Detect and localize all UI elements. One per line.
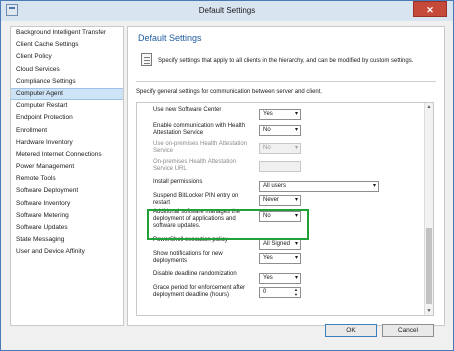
default-settings-dialog: Default Settings ✕ Background Intelligen… (0, 0, 454, 351)
sidebar-item[interactable]: Compliance Settings (11, 76, 123, 88)
scroll-up-icon[interactable]: ▲ (425, 103, 433, 111)
setting-label: Grace period for enforcement after deplo… (153, 285, 246, 298)
close-button[interactable]: ✕ (413, 1, 447, 17)
setting-value: Yes (263, 275, 273, 281)
setting-label: Disable deadline randomization (153, 271, 237, 277)
setting-label: Suspend BitLocker PIN entry on restart (153, 193, 239, 206)
sidebar-item[interactable]: Hardware Inventory (11, 137, 123, 149)
page-title: Default Settings (138, 33, 202, 43)
setting-value: Never (263, 197, 280, 203)
sidebar-item[interactable]: User and Device Affinity (11, 246, 123, 258)
sidebar-item[interactable]: Client Cache Settings (11, 39, 123, 51)
sidebar-item[interactable]: Enrollment (11, 125, 123, 137)
sidebar-item[interactable]: Background Intelligent Transfer (11, 27, 123, 39)
setting-dropdown[interactable]: Yes ▾ (259, 273, 301, 284)
sidebar-item[interactable]: Software Inventory (11, 198, 123, 210)
setting-dropdown[interactable]: No ▾ (259, 125, 301, 136)
setting-dropdown[interactable]: All users ▾ (259, 181, 379, 192)
sidebar-item[interactable]: Computer Restart (11, 100, 123, 112)
page-description: Specify settings that apply to all clien… (158, 58, 414, 64)
setting-label: Enable communication with Health Attesta… (153, 123, 246, 136)
setting-label: Use on-premises Health Attestation Servi… (153, 141, 248, 154)
sidebar-item[interactable]: State Messaging (11, 234, 123, 246)
sidebar-item[interactable]: Cloud Services (11, 64, 123, 76)
setting-value: Yes (263, 255, 273, 261)
setting-dropdown[interactable]: Yes ▾ (259, 109, 301, 120)
chevron-down-icon[interactable]: ▾ (295, 144, 298, 153)
setting-value: All users (263, 183, 287, 189)
chevron-down-icon[interactable]: ▾ (295, 254, 298, 263)
spinner-arrows-icon[interactable]: ▲ ▼ (294, 287, 298, 297)
setting-value: No (263, 127, 271, 133)
setting-value: Yes (263, 111, 273, 117)
ok-button[interactable]: OK (325, 324, 377, 337)
setting-value: 0 (263, 289, 267, 295)
sidebar-item[interactable]: Remote Tools (11, 173, 123, 185)
sidebar-item[interactable]: Software Updates (11, 222, 123, 234)
settings-category-list: Background Intelligent Transfer Client Ca… (10, 26, 124, 326)
title-bar: Default Settings ✕ (1, 1, 453, 21)
chevron-down-icon[interactable]: ▾ (295, 240, 298, 249)
setting-label: Use new Software Center (153, 107, 222, 113)
sidebar-item[interactable]: Client Policy (11, 51, 123, 63)
setting-dropdown[interactable]: All Signed ▾ (259, 239, 301, 250)
sidebar-item[interactable]: Power Management (11, 161, 123, 173)
cancel-button[interactable]: Cancel (382, 324, 434, 337)
sidebar-item[interactable]: Computer Agent (11, 87, 123, 101)
highlight-box (147, 209, 309, 240)
chevron-down-icon[interactable]: ▾ (295, 196, 298, 205)
setting-label: On-premises Health Attestation Service U… (153, 159, 237, 172)
sidebar-item[interactable]: Software Deployment (11, 185, 123, 197)
setting-dropdown[interactable]: Never ▾ (259, 195, 301, 206)
section-intro: Specify general settings for communicati… (136, 89, 323, 95)
sidebar-item[interactable]: Metered Internet Connections (11, 149, 123, 161)
setting-value: All Signed (263, 241, 291, 247)
window-title: Default Settings (198, 6, 256, 15)
sidebar-item[interactable]: Endpoint Protection (11, 112, 123, 124)
chevron-down-icon[interactable]: ▾ (373, 182, 376, 191)
document-list-icon (141, 53, 152, 66)
setting-text-field (259, 161, 301, 172)
setting-dropdown: No ▾ (259, 143, 301, 154)
setting-dropdown[interactable]: Yes ▾ (259, 253, 301, 264)
setting-spinner[interactable]: 0 ▲ ▼ (259, 287, 301, 298)
scroll-down-icon[interactable]: ▼ (425, 307, 433, 315)
setting-label: Show notifications for new deployments (153, 251, 223, 264)
chevron-down-icon[interactable]: ▾ (295, 110, 298, 119)
chevron-down-icon[interactable]: ▾ (295, 274, 298, 283)
vertical-scrollbar[interactable]: ▲ ▼ (424, 103, 433, 315)
chevron-down-icon[interactable]: ▾ (295, 126, 298, 135)
setting-value: No (263, 145, 271, 151)
sidebar-item[interactable]: Software Metering (11, 210, 123, 222)
divider (136, 81, 436, 82)
scroll-thumb[interactable] (426, 228, 432, 304)
setting-label: Install permissions (153, 179, 203, 185)
